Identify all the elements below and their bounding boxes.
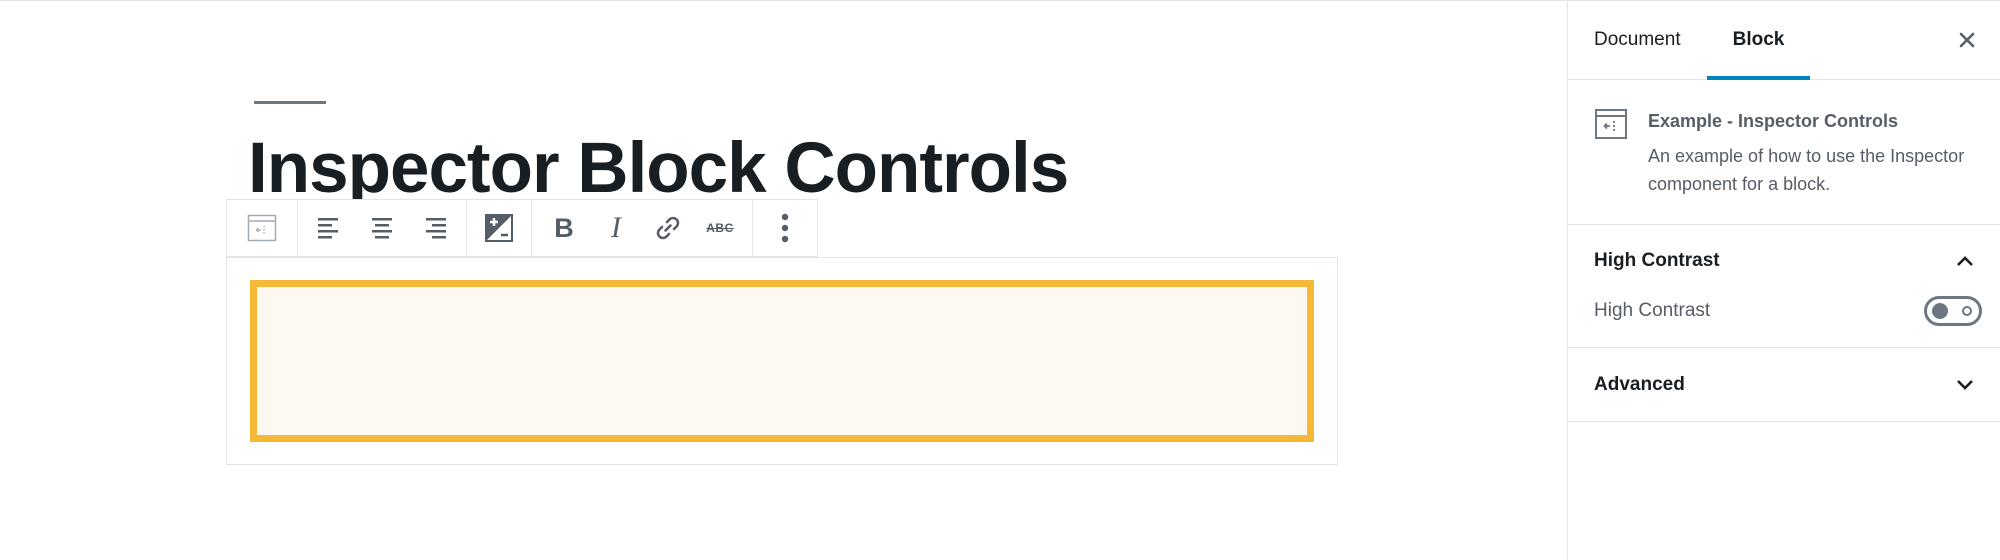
block-card-description: An example of how to use the Inspector c…: [1648, 146, 1965, 194]
contrast-button[interactable]: [473, 200, 525, 256]
high-contrast-toggle[interactable]: [1924, 296, 1982, 326]
tab-block[interactable]: Block: [1706, 1, 1811, 80]
align-right-icon: [426, 218, 446, 239]
block-type-icon: [1595, 109, 1627, 139]
block-card: Example - Inspector Controls An example …: [1568, 80, 2000, 225]
block-type-icon: [247, 214, 277, 242]
title-separator: [254, 101, 326, 104]
block-type-button[interactable]: [233, 200, 291, 256]
align-left-icon: [318, 218, 338, 239]
panel-high-contrast: High Contrast High Contrast: [1568, 225, 2000, 348]
align-left-button[interactable]: [304, 200, 356, 256]
contrast-group: [467, 200, 532, 256]
panel-title: High Contrast: [1594, 250, 1720, 271]
panel-title: Advanced: [1594, 373, 1685, 395]
align-right-button[interactable]: [408, 200, 460, 256]
more-vertical-icon: [781, 213, 789, 243]
align-center-button[interactable]: [356, 200, 408, 256]
editor-canvas: Inspector Block Controls B I ABC: [0, 1, 1567, 560]
toggle-off-indicator-icon: [1962, 306, 1972, 316]
contrast-icon: [485, 214, 513, 242]
block-switcher-group: [227, 200, 298, 256]
more-options-group: [753, 200, 817, 256]
tab-document[interactable]: Document: [1568, 1, 1707, 79]
formatting-group: B I ABC: [532, 200, 753, 256]
chevron-down-icon: [1957, 379, 1973, 390]
panel-advanced-header[interactable]: Advanced: [1568, 348, 2000, 421]
more-options-button[interactable]: [759, 200, 811, 256]
toggle-knob: [1932, 303, 1948, 319]
link-icon: [656, 216, 680, 240]
block-card-title: Example - Inspector Controls: [1648, 111, 1899, 131]
block-toolbar: B I ABC: [226, 199, 818, 257]
italic-button[interactable]: I: [590, 200, 642, 256]
link-button[interactable]: [642, 200, 694, 256]
block-card-content: Example - Inspector Controls An example …: [1648, 108, 1974, 198]
align-center-icon: [372, 218, 392, 239]
close-sidebar-button[interactable]: [1950, 23, 1984, 57]
bold-button[interactable]: B: [538, 200, 590, 256]
high-contrast-toggle-row: High Contrast: [1568, 296, 2000, 347]
toggle-label: High Contrast: [1594, 300, 1711, 321]
chevron-up-icon: [1957, 256, 1973, 266]
editor-app: Inspector Block Controls B I ABC Documen…: [0, 0, 2000, 560]
panel-high-contrast-header[interactable]: High Contrast: [1568, 225, 2000, 297]
inspector-block-content[interactable]: [250, 280, 1314, 442]
alignment-group: [298, 200, 467, 256]
sidebar-header: Document Block: [1568, 1, 2000, 80]
settings-sidebar: Document Block Example - Inspector Contr…: [1567, 1, 2000, 560]
close-icon: [1959, 32, 1975, 48]
post-title[interactable]: Inspector Block Controls: [248, 133, 1069, 204]
strikethrough-button[interactable]: ABC: [694, 200, 746, 256]
panel-advanced: Advanced: [1568, 348, 2000, 422]
